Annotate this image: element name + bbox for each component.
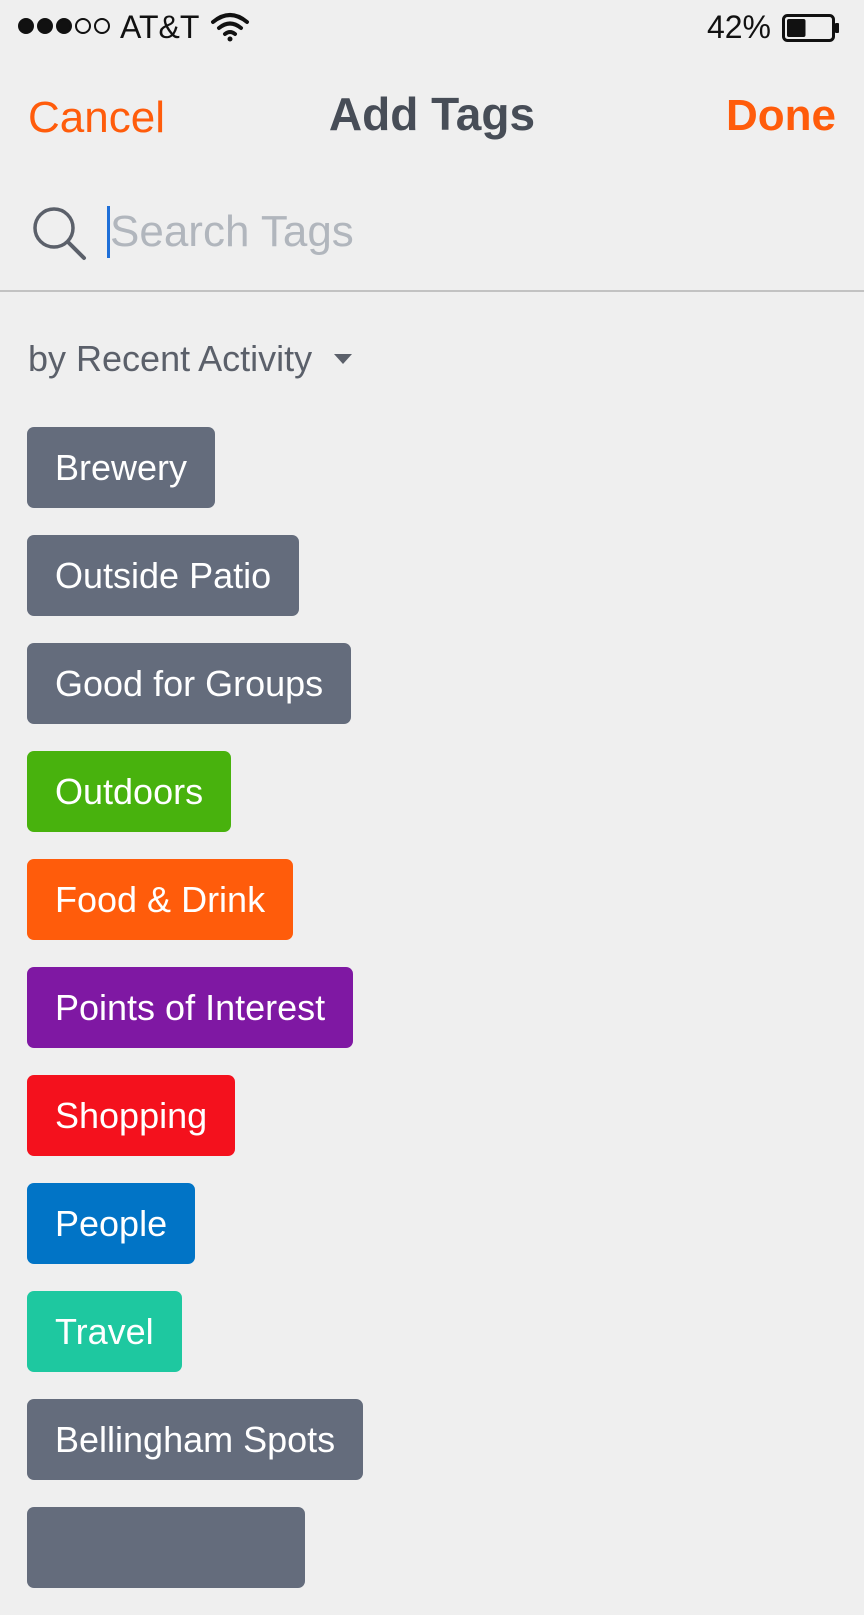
signal-strength-icon: [18, 18, 110, 34]
battery-icon: [782, 14, 839, 42]
tag-item[interactable]: Points of Interest: [27, 967, 354, 1048]
search-bar: [0, 176, 864, 292]
tag-item[interactable]: Travel: [27, 1291, 182, 1372]
tag-list: Brewery Outside Patio Good for Groups Ou…: [27, 427, 847, 1615]
chevron-down-icon: [334, 354, 353, 364]
tag-item[interactable]: Brewery: [27, 427, 216, 508]
tag-item[interactable]: Food & Drink: [27, 859, 294, 940]
tag-item[interactable]: Shopping: [27, 1075, 236, 1156]
battery-percent: 42%: [706, 9, 771, 45]
signal-dot: [56, 18, 72, 34]
search-icon: [33, 207, 86, 260]
tag-item[interactable]: [27, 1507, 305, 1588]
sort-label: by Recent Activity: [28, 338, 313, 379]
tag-item[interactable]: Good for Groups: [27, 643, 352, 724]
signal-dot: [75, 18, 91, 34]
tag-item[interactable]: Outside Patio: [27, 535, 300, 616]
tag-item[interactable]: Outdoors: [27, 751, 232, 832]
nav-bar: Cancel Add Tags Done: [0, 56, 864, 176]
signal-dot: [18, 18, 34, 34]
tag-item[interactable]: Bellingham Spots: [27, 1399, 364, 1480]
tag-item[interactable]: People: [27, 1183, 196, 1264]
signal-dot: [37, 18, 53, 34]
carrier-label: AT&T: [120, 9, 200, 45]
wifi-icon: [211, 13, 249, 42]
signal-dot: [94, 18, 110, 34]
search-input[interactable]: [110, 200, 830, 264]
sort-dropdown[interactable]: by Recent Activity: [28, 338, 353, 380]
status-bar: AT&T 42%: [0, 0, 864, 56]
done-button[interactable]: Done: [726, 94, 836, 138]
